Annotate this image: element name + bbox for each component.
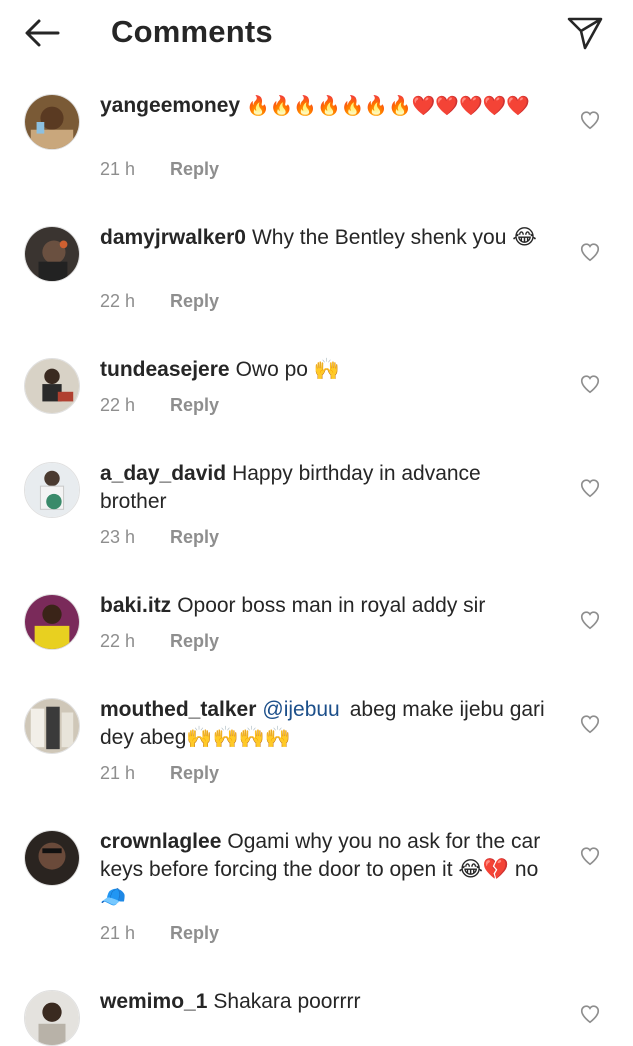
comment-username[interactable]: tundeasejere	[100, 358, 230, 381]
avatar[interactable]	[24, 226, 80, 282]
avatar[interactable]	[24, 94, 80, 150]
like-button[interactable]	[579, 1003, 601, 1025]
heart-icon	[580, 375, 600, 394]
comment-time: 21 h	[100, 159, 136, 179]
reply-button[interactable]: Reply	[170, 291, 219, 311]
heart-icon	[580, 479, 600, 498]
like-button[interactable]	[579, 373, 601, 395]
avatar[interactable]	[24, 830, 80, 886]
comment-time: 22 h	[100, 291, 136, 311]
heart-icon	[580, 847, 600, 866]
reply-button[interactable]: Reply	[170, 527, 219, 547]
comment-text: 🔥🔥🔥🔥🔥🔥🔥❤️❤️❤️❤️❤️	[246, 95, 530, 117]
like-button[interactable]	[579, 109, 601, 131]
comment-text: Opoor boss man in royal addy sir	[177, 594, 486, 617]
reply-button[interactable]: Reply	[170, 631, 219, 651]
comment-text: Owo po 🙌	[235, 358, 340, 381]
heart-icon	[580, 611, 600, 630]
comment-username[interactable]: damyjrwalker0	[100, 226, 246, 249]
reply-button[interactable]: Reply	[170, 159, 219, 179]
heart-icon	[580, 1005, 600, 1024]
heart-icon	[580, 715, 600, 734]
like-button[interactable]	[579, 713, 601, 735]
comment-username[interactable]: wemimo_1	[100, 990, 207, 1013]
comment-time: 22 h	[100, 395, 136, 415]
arrow-left-icon	[25, 19, 60, 47]
comment-time: 21 h	[100, 923, 136, 943]
like-button[interactable]	[579, 609, 601, 631]
comment-username[interactable]: a_day_david	[100, 462, 226, 485]
share-button[interactable]	[566, 14, 604, 52]
header: Comments	[0, 0, 633, 70]
avatar[interactable]	[24, 990, 80, 1046]
comment-time: 21 h	[100, 763, 136, 783]
like-button[interactable]	[579, 845, 601, 867]
avatar[interactable]	[24, 698, 80, 754]
avatar[interactable]	[24, 358, 80, 414]
avatar[interactable]	[24, 462, 80, 518]
reply-button[interactable]: Reply	[170, 923, 219, 943]
comment-username[interactable]: mouthed_talker	[100, 698, 256, 721]
heart-icon	[580, 243, 600, 262]
comment-text: Why the Bentley shenk you 😂	[251, 226, 537, 249]
reply-button[interactable]: Reply	[170, 763, 219, 783]
comment-time: 23 h	[100, 527, 136, 547]
comment-text: Shakara poorrrr	[213, 990, 361, 1013]
back-button[interactable]	[22, 14, 62, 54]
comment-username[interactable]: crownlaglee	[100, 830, 221, 853]
comment-username[interactable]: baki.itz	[100, 594, 171, 617]
paper-plane-icon	[567, 17, 603, 50]
heart-icon	[580, 111, 600, 130]
comment-username[interactable]: yangeemoney	[100, 94, 240, 117]
avatar[interactable]	[24, 594, 80, 650]
page-title: Comments	[111, 14, 273, 49]
like-button[interactable]	[579, 477, 601, 499]
reply-button[interactable]: Reply	[170, 395, 219, 415]
mention-link[interactable]: @ijebuu	[262, 698, 339, 721]
comment-time: 22 h	[100, 631, 136, 651]
like-button[interactable]	[579, 241, 601, 263]
